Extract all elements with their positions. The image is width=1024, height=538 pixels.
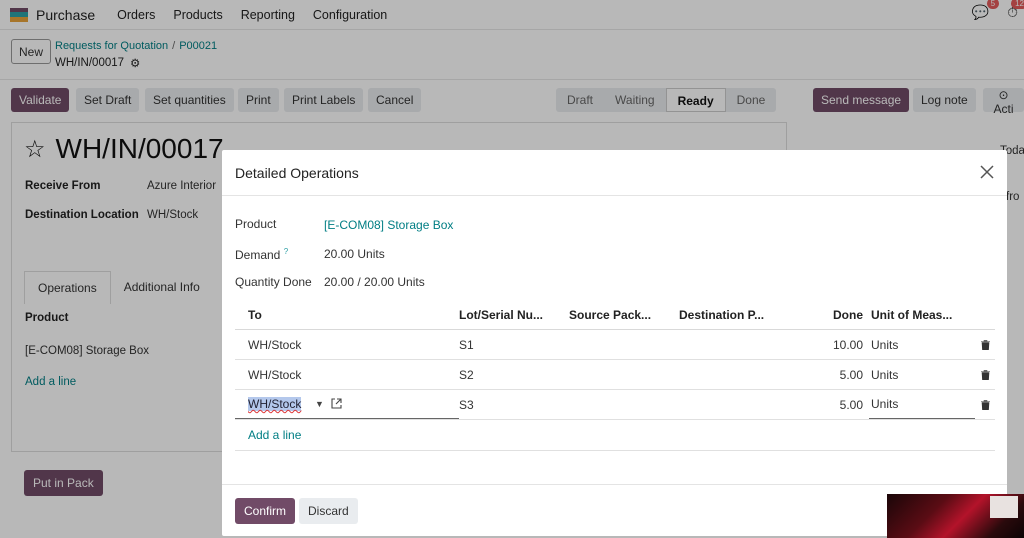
col-lot-serial[interactable]: Lot/Serial Nu...: [459, 308, 569, 322]
row-lot[interactable]: S2: [459, 368, 569, 382]
demand-label: Demand ?: [235, 247, 289, 262]
row-uom[interactable]: Units: [869, 390, 975, 419]
col-destination-package[interactable]: Destination P...: [679, 308, 789, 322]
external-link-icon[interactable]: [331, 398, 342, 412]
row-lot[interactable]: S3: [459, 398, 569, 412]
move-lines-table: To Lot/Serial Nu... Source Pack... Desti…: [235, 300, 995, 451]
trash-icon[interactable]: [975, 399, 995, 410]
add-line-row: Add a line: [235, 420, 995, 451]
row-done[interactable]: 10.00: [789, 338, 869, 352]
trash-icon[interactable]: [975, 369, 995, 380]
product-value[interactable]: [E-COM08] Storage Box: [324, 218, 453, 232]
table-row[interactable]: WH/Stock S2 5.00 Units: [235, 360, 995, 390]
discard-button[interactable]: Discard: [299, 498, 358, 524]
row-to[interactable]: WH/Stock: [235, 360, 459, 389]
trash-icon[interactable]: [975, 339, 995, 350]
caret-down-icon[interactable]: ▼: [315, 399, 324, 409]
quantity-done-value: 20.00 / 20.00 Units: [324, 275, 425, 289]
col-source-package[interactable]: Source Pack...: [569, 308, 679, 322]
row-done[interactable]: 5.00: [789, 368, 869, 382]
row-uom[interactable]: Units: [869, 330, 975, 359]
close-icon[interactable]: [977, 162, 997, 182]
row-lot[interactable]: S1: [459, 338, 569, 352]
col-done[interactable]: Done: [789, 308, 869, 322]
table-header: To Lot/Serial Nu... Source Pack... Desti…: [235, 300, 995, 330]
add-line-link[interactable]: Add a line: [235, 428, 301, 442]
row-uom[interactable]: Units: [869, 360, 975, 389]
webcam-overlay: [887, 494, 1024, 538]
product-label: Product: [235, 217, 277, 231]
quantity-done-label: Quantity Done: [235, 275, 312, 289]
row-to[interactable]: WH/Stock: [235, 330, 459, 359]
to-location-field[interactable]: WH/Stock ▼: [235, 390, 459, 419]
modal-header: Detailed Operations: [222, 150, 1007, 196]
row-done[interactable]: 5.00: [789, 398, 869, 412]
demand-value: 20.00 Units: [324, 247, 385, 261]
help-icon[interactable]: ?: [284, 247, 288, 256]
table-row-editing[interactable]: WH/Stock ▼ S3 5.00 Units: [235, 390, 995, 420]
col-to[interactable]: To: [235, 300, 459, 329]
table-row[interactable]: WH/Stock S1 10.00 Units: [235, 330, 995, 360]
col-unit-of-measure[interactable]: Unit of Meas...: [869, 300, 975, 329]
detailed-operations-dialog: Detailed Operations Product [E-COM08] St…: [222, 150, 1007, 536]
modal-title: Detailed Operations: [235, 165, 359, 181]
confirm-button[interactable]: Confirm: [235, 498, 296, 524]
to-location-input[interactable]: WH/Stock: [248, 397, 302, 411]
